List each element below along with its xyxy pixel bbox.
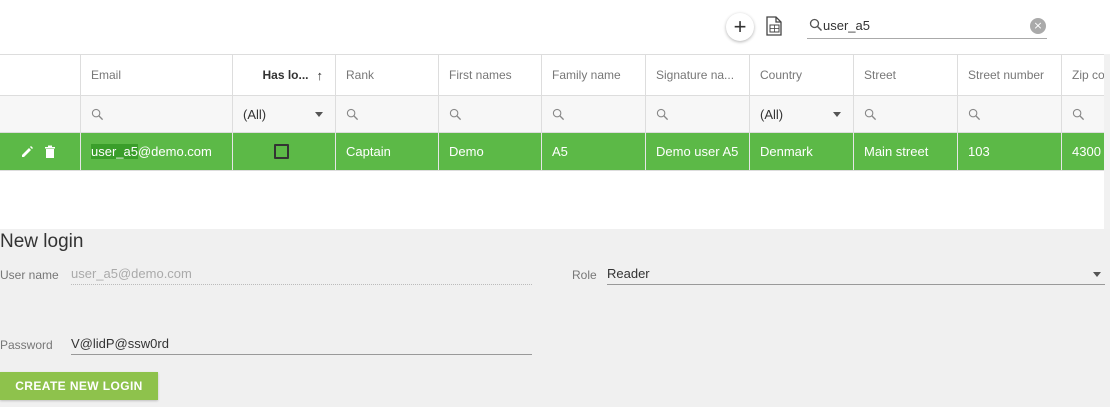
filter-rank[interactable] [336,96,439,132]
search-value: user_a5 [823,18,870,33]
role-select[interactable]: Reader [607,263,1105,285]
cell-signature-name: Demo user A5 [646,133,750,170]
filter-actions [0,96,81,132]
header-family-name[interactable]: Family name [542,55,646,95]
data-grid: Email Has lo... ↑ Rank First names Famil… [0,54,1110,171]
password-label: Password [0,338,53,352]
email-rest: @demo.com [137,144,212,159]
add-button[interactable]: + [726,13,754,41]
header-country[interactable]: Country [750,55,854,95]
search-icon [864,108,877,120]
chevron-down-icon [315,112,323,117]
filter-signature-name[interactable] [646,96,750,132]
filter-street-number[interactable] [958,96,1062,132]
cell-first-names: Demo [439,133,542,170]
chevron-down-icon [833,112,841,117]
toolbar: + user_a5 × [0,0,1110,54]
header-street[interactable]: Street [854,55,958,95]
search-icon [346,108,359,120]
cell-country: Denmark [750,133,854,170]
cell-street: Main street [854,133,958,170]
chevron-down-icon [1093,272,1101,277]
filter-country-value: (All) [760,106,784,122]
password-field[interactable]: V@lidP@ssw0rd [71,333,532,355]
search-icon [449,108,462,120]
create-new-login-button[interactable]: CREATE NEW LOGIN [0,372,158,400]
filter-zip-code[interactable] [1062,96,1110,132]
filter-country-select[interactable]: (All) [750,96,854,132]
header-zip-code[interactable]: Zip co [1062,55,1110,95]
sort-ascending-icon: ↑ [316,67,324,83]
new-login-panel: New login User name user_a5@demo.com Rol… [0,229,1110,407]
search-icon [552,108,565,120]
grid-header-row: Email Has lo... ↑ Rank First names Famil… [0,55,1110,96]
edit-icon[interactable] [20,145,34,159]
search-icon [1072,108,1085,120]
table-row[interactable]: user_a5 @demo.com Captain Demo A5 Demo us… [0,133,1110,170]
filter-street[interactable] [854,96,958,132]
search-icon [656,108,669,120]
clear-search-icon[interactable]: × [1030,18,1046,34]
header-has-login[interactable]: Has lo... ↑ [233,55,336,95]
header-street-number[interactable]: Street number [958,55,1062,95]
cell-zip-code: 4300 [1072,144,1101,159]
filter-has-login-select[interactable]: (All) [233,96,336,132]
search-icon [809,18,823,32]
export-excel-icon[interactable] [765,16,783,36]
filter-family-name[interactable] [542,96,646,132]
username-field: user_a5@demo.com [71,263,532,285]
filter-has-login-value: (All) [243,106,267,122]
panel-title: New login [0,231,84,252]
plus-icon: + [733,14,747,39]
header-actions [0,55,81,95]
has-login-checkbox[interactable] [274,144,289,159]
delete-icon[interactable] [44,145,56,159]
search-input[interactable]: user_a5 × [807,15,1047,39]
role-value: Reader [607,266,650,281]
header-first-names[interactable]: First names [439,55,542,95]
header-email[interactable]: Email [81,55,233,95]
search-match-highlight: user_a5 [91,144,138,159]
cell-email: user_a5 @demo.com [81,133,233,170]
grid-filter-row: (All) (All) [0,96,1110,133]
header-has-login-label: Has lo... [262,68,309,82]
search-icon [91,108,104,120]
role-label: Role [572,268,597,282]
row-actions [0,133,81,170]
cell-street-number: 103 [958,133,1062,170]
cell-rank: Captain [336,133,439,170]
search-icon [968,108,981,120]
header-rank[interactable]: Rank [336,55,439,95]
filter-first-names[interactable] [439,96,542,132]
filter-email[interactable] [81,96,233,132]
cell-has-login [233,133,336,170]
vertical-scrollbar[interactable] [1104,54,1110,229]
username-label: User name [0,268,59,282]
cell-family-name: A5 [542,133,646,170]
header-signature-name[interactable]: Signature na... [646,55,750,95]
